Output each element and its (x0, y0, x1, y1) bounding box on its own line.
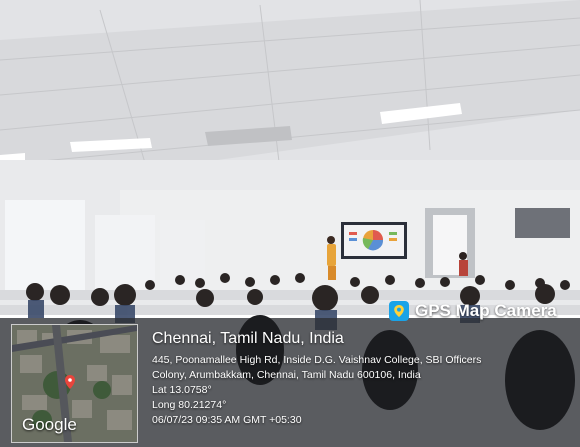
map-pin-icon (389, 301, 409, 321)
location-info: Chennai, Tamil Nadu, India 445, Poonamal… (152, 330, 572, 428)
window (5, 200, 85, 300)
badge-label: GPS Map Camera (415, 301, 557, 320)
google-logo: Google (22, 415, 77, 434)
wall-panel (515, 208, 570, 238)
address-line: Colony, Arumbakkam, Chennai, Tamil Nadu … (152, 369, 421, 381)
person-standing (459, 252, 468, 276)
address-line: 445, Poonamallee High Rd, Inside D.G. Va… (152, 354, 482, 366)
gps-map-camera-badge: GPS Map Camera (389, 299, 557, 323)
location-title: Chennai, Tamil Nadu, India (152, 330, 344, 347)
latitude: Lat 13.0758° (152, 384, 212, 396)
map-thumbnail: Google (11, 324, 138, 443)
longitude: Long 80.21274° (152, 399, 227, 411)
timestamp: 06/07/23 09:35 AM GMT +05:30 (152, 414, 302, 426)
